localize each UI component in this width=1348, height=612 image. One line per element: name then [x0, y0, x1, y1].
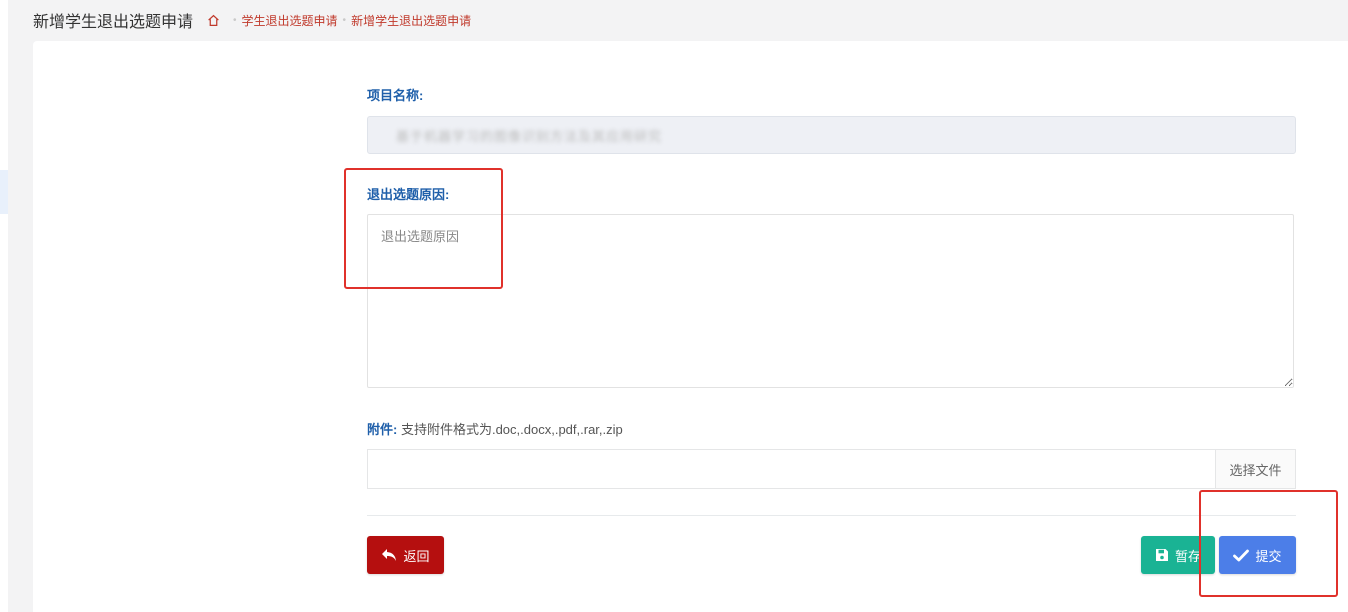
breadcrumb-separator: •	[342, 14, 347, 26]
project-name-value: 基于机器学习的图像识别方法及其应用研究	[396, 128, 663, 144]
attachment-format-hint: 支持附件格式为.doc,.docx,.pdf,.rar,.zip	[400, 422, 623, 437]
reason-label: 退出选题原因:	[367, 187, 450, 202]
annotation-box-reason	[344, 168, 503, 289]
back-button[interactable]: 返回	[367, 536, 444, 574]
home-icon[interactable]	[207, 14, 220, 27]
reason-textarea[interactable]	[367, 214, 1294, 388]
form-card: 项目名称: 基于机器学习的图像识别方法及其应用研究 退出选题原因: 附件: 支持…	[33, 41, 1348, 612]
file-upload: 选择文件	[367, 449, 1296, 489]
back-button-label: 返回	[403, 548, 430, 564]
project-name-field: 基于机器学习的图像识别方法及其应用研究	[367, 116, 1296, 154]
page-title: 新增学生退出选题申请	[33, 14, 194, 31]
annotation-box-submit	[1199, 490, 1338, 597]
breadcrumb-item-exit-list[interactable]: 学生退出选题申请	[242, 12, 338, 29]
breadcrumb-item-current: 新增学生退出选题申请	[351, 13, 472, 28]
breadcrumb: • 学生退出选题申请 • 新增学生退出选题申请	[207, 12, 471, 29]
breadcrumb-separator: •	[233, 14, 237, 26]
attachment-label: 附件: 支持附件格式为.doc,.docx,.pdf,.rar,.zip	[367, 419, 1296, 438]
attachment-label-text: 附件:	[367, 422, 398, 437]
divider	[367, 515, 1296, 516]
choose-file-button[interactable]: 选择文件	[1215, 450, 1295, 488]
page-header: 新增学生退出选题申请 • 学生退出选题申请 • 新增学生退出选题申请	[33, 0, 471, 40]
floppy-disk-icon	[1155, 549, 1168, 561]
sidebar-edge	[0, 0, 8, 612]
save-draft-button-label: 暂存	[1174, 548, 1201, 564]
file-name-display[interactable]	[368, 450, 1215, 488]
reply-arrow-icon	[382, 549, 397, 561]
project-name-label: 项目名称:	[367, 88, 424, 103]
sidebar-active-item[interactable]	[0, 170, 8, 214]
